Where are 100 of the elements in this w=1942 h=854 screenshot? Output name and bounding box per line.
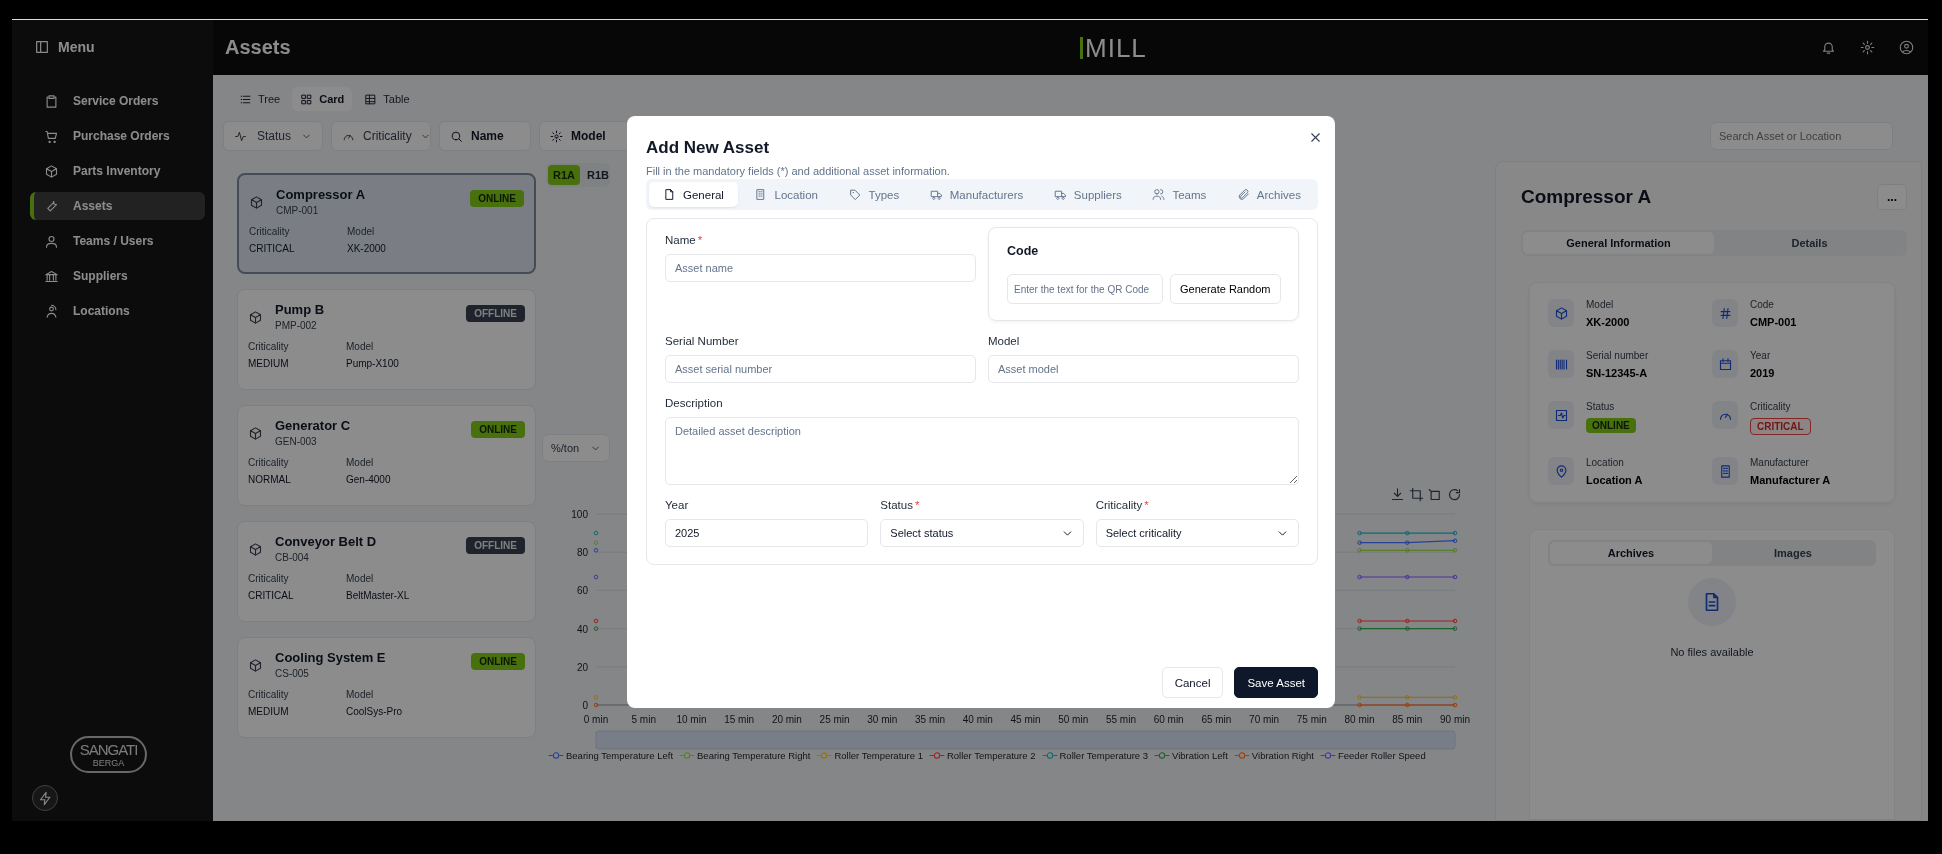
data-point: [593, 618, 599, 624]
axis-label: 15 min: [724, 714, 755, 725]
axis-label: 25 min: [819, 714, 850, 725]
field-label: Status: [1586, 401, 1615, 412]
dialog-tab[interactable]: Location: [740, 182, 832, 207]
data-point: [1357, 540, 1362, 545]
crop-icon[interactable]: [1409, 486, 1424, 502]
menu-title: Menu: [58, 39, 95, 55]
dialog-tab[interactable]: Suppliers: [1039, 182, 1136, 207]
legend-item[interactable]: Vibration Left: [1154, 750, 1228, 761]
axis-label: 10 min: [676, 714, 707, 725]
serial-number-field[interactable]: Asset serial number: [665, 355, 976, 383]
nav-item[interactable]: Purchase Orders: [30, 122, 205, 150]
asset-title: Compressor A: [1521, 186, 1652, 208]
legend-marker-icon: [928, 751, 945, 760]
notification-icon[interactable]: [1821, 40, 1836, 55]
data-point: [1452, 530, 1458, 536]
dialog-tab[interactable]: Types: [834, 182, 914, 207]
field-label: Model: [988, 335, 1021, 347]
field-label: Model: [347, 226, 376, 237]
nav-item[interactable]: Service Orders: [30, 87, 205, 115]
status-badge: OFFLINE: [466, 305, 525, 322]
nav-item[interactable]: Parts Inventory: [30, 157, 205, 185]
field-label: Name *: [665, 234, 704, 246]
field-value: CMP-001: [1750, 316, 1797, 328]
axis-label: 75 min: [1296, 714, 1327, 725]
legend-item[interactable]: Roller Temperature 3: [1041, 750, 1149, 761]
model-field[interactable]: Asset model: [988, 355, 1299, 383]
filter-button[interactable]: Name: [439, 121, 531, 151]
axis-label: 35 min: [915, 714, 946, 725]
file-tab[interactable]: Archives: [1550, 542, 1712, 564]
dialog-tab[interactable]: Archives: [1222, 182, 1315, 207]
legend-item[interactable]: Bearing Temperature Left: [548, 750, 674, 761]
legend-item[interactable]: Feeder Roller Speed: [1320, 750, 1426, 761]
nav-item[interactable]: Assets: [30, 192, 205, 220]
data-point: [1357, 626, 1362, 631]
app-logo: MILL: [1080, 36, 1147, 59]
view-mode-tab[interactable]: Tree: [231, 87, 289, 111]
nav-item[interactable]: Teams / Users: [30, 227, 205, 255]
crop-reset-icon[interactable]: [1428, 486, 1443, 502]
asset-card[interactable]: Cooling System E CS-005 ONLINE Criticality Model MEDIUM CoolSys-Pro: [237, 637, 536, 738]
data-point: [1357, 574, 1362, 580]
generate-random-button[interactable]: Generate Random: [1170, 274, 1281, 304]
field-label: Description: [665, 397, 724, 409]
data-point: [1405, 618, 1410, 624]
machine-tab[interactable]: R1A: [548, 165, 580, 185]
nav-item[interactable]: Suppliers: [30, 262, 205, 290]
save-button[interactable]: Save Asset: [1234, 667, 1318, 698]
close-button[interactable]: [1308, 130, 1323, 145]
search-field[interactable]: Search Asset or Location: [1710, 122, 1893, 150]
file-tab[interactable]: Images: [1712, 542, 1874, 564]
asset-name: Compressor A: [276, 187, 367, 202]
more-button[interactable]: ...: [1877, 184, 1907, 210]
legend-item[interactable]: Roller Temperature 2: [928, 750, 1036, 761]
year-field[interactable]: 2025: [665, 519, 869, 547]
data-point: [1357, 618, 1362, 624]
brand-logo: SANGATI BERGA: [69, 736, 148, 773]
name-field[interactable]: Asset name: [665, 254, 976, 282]
asset-card[interactable]: Compressor A CMP-001 ONLINE Criticality Model CRITICAL XK-2000: [237, 173, 536, 274]
asset-card[interactable]: Pump B PMP-002 OFFLINE Criticality Model MEDIUM Pump-X100: [237, 289, 536, 390]
view-mode-tab[interactable]: Table: [356, 87, 418, 111]
legend-label: Vibration Right: [1251, 750, 1314, 761]
data-point: [1357, 548, 1362, 553]
asset-code: CB-004: [275, 552, 310, 563]
status-badge: ONLINE: [470, 190, 524, 207]
qr-text-field[interactable]: Enter the text for the QR Code: [1007, 274, 1163, 304]
field-label: Model: [346, 457, 375, 468]
field-label: Year: [1750, 350, 1771, 361]
dialog-tab[interactable]: General: [649, 182, 738, 207]
sidebar-toggle-icon[interactable]: [34, 39, 50, 55]
detail-tab[interactable]: General Information: [1523, 232, 1714, 254]
axis-label: 70 min: [1249, 714, 1280, 725]
axis-label: 20: [576, 661, 588, 673]
asset-card[interactable]: Generator C GEN-003 ONLINE Criticality Model NORMAL Gen-4000: [237, 405, 536, 506]
dialog-tab[interactable]: Teams: [1138, 182, 1221, 207]
legend-item[interactable]: Vibration Right: [1233, 750, 1314, 761]
account-icon[interactable]: [1899, 40, 1914, 55]
nav-item[interactable]: Locations: [30, 297, 205, 325]
axis-label: 0: [582, 700, 588, 711]
settings-icon[interactable]: [1860, 40, 1875, 55]
asset-card[interactable]: Conveyor Belt D CB-004 OFFLINE Criticality Model CRITICAL BeltMaster-XL: [237, 521, 536, 622]
criticality-select[interactable]: Select criticality: [1095, 519, 1299, 547]
legend-item[interactable]: Bearing Temperature Right: [679, 750, 811, 761]
machine-tab[interactable]: R1B: [582, 165, 615, 185]
quick-action-button[interactable]: [32, 785, 58, 811]
view-mode-tab[interactable]: Card: [292, 87, 353, 111]
refresh-icon[interactable]: [1447, 486, 1462, 502]
data-point: [1405, 530, 1410, 536]
field-value: CoolSys-Pro: [346, 706, 404, 717]
field-value: CRITICAL: [249, 243, 296, 254]
description-field[interactable]: Detailed asset description: [665, 417, 1299, 485]
dialog-tab[interactable]: Manufacturers: [915, 182, 1038, 207]
cancel-button[interactable]: Cancel: [1161, 667, 1224, 698]
download-icon[interactable]: [1390, 486, 1405, 502]
unit-dropdown[interactable]: %/ton: [542, 434, 610, 462]
truck-icon: [929, 188, 943, 201]
detail-tab[interactable]: Details: [1714, 232, 1905, 254]
filter-button[interactable]: Criticality: [331, 121, 431, 151]
filter-button[interactable]: Status: [223, 121, 323, 151]
status-select[interactable]: Select status: [880, 519, 1084, 547]
